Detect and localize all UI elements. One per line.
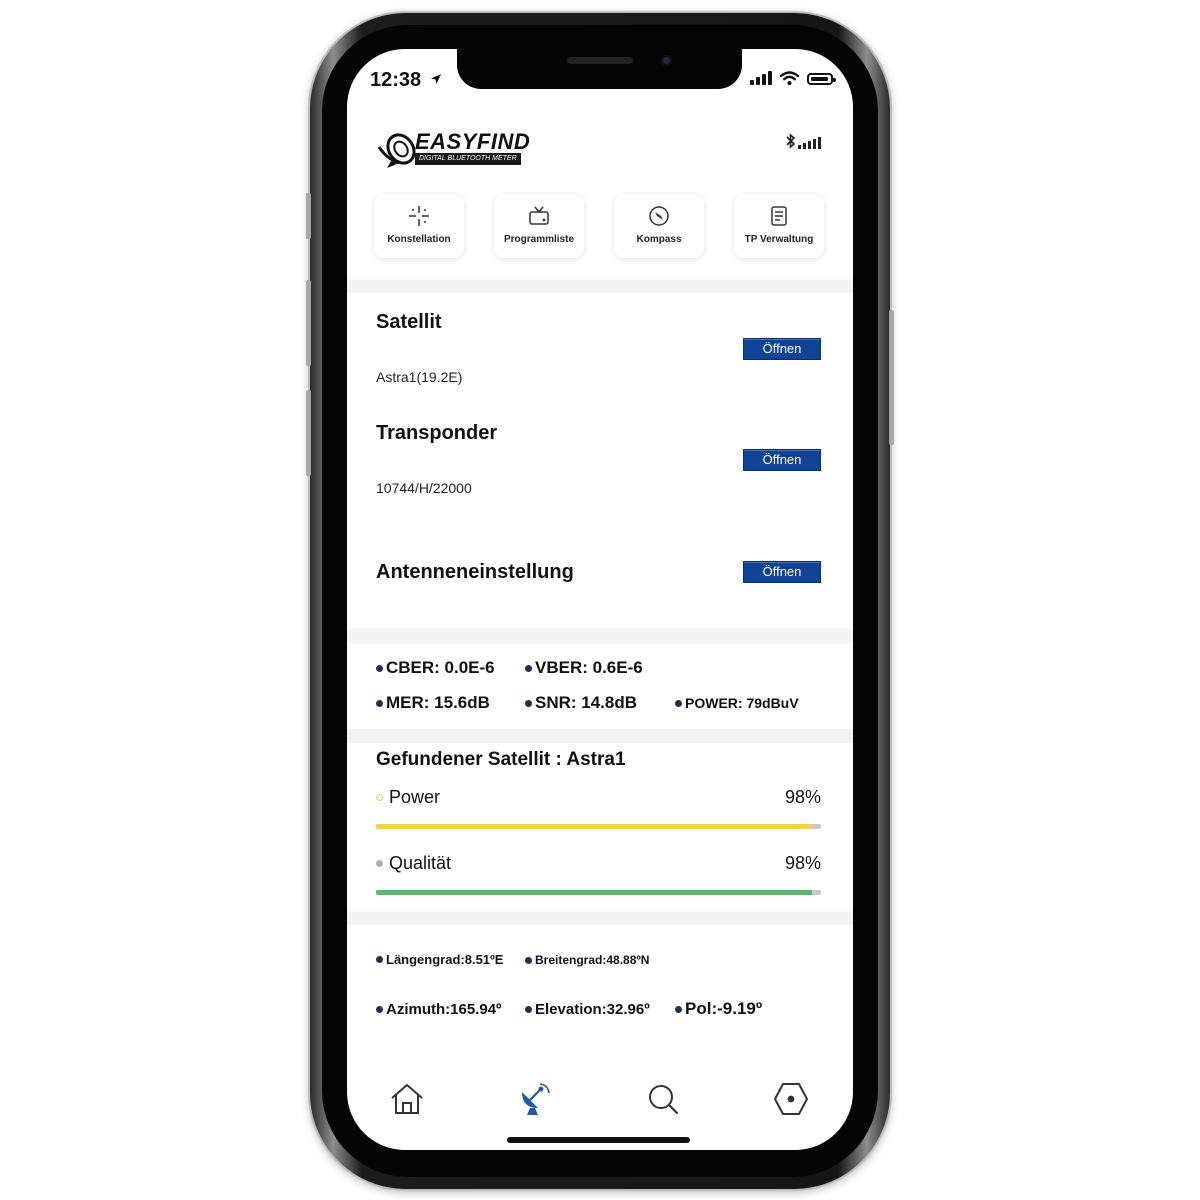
notch xyxy=(457,49,742,89)
cellular-signal-icon xyxy=(750,71,772,85)
bluetooth-signal-indicator xyxy=(786,133,821,149)
tile-label: Programmliste xyxy=(503,234,575,245)
document-icon xyxy=(771,206,787,226)
tile-label: TP Verwaltung xyxy=(744,234,814,245)
power-button xyxy=(889,310,894,445)
geo-latitude-text: Breitengrad:48.88ºN xyxy=(535,953,650,967)
power-label: Power xyxy=(376,787,440,808)
satellite-dish-logo-icon xyxy=(377,133,416,168)
geo-longitude: Längengrad:8.51ºE xyxy=(376,952,503,967)
tile-konstellation[interactable]: Konstellation xyxy=(374,194,464,258)
bullet-dot xyxy=(376,1006,383,1013)
power-percent: 98% xyxy=(784,787,821,807)
metric-vber-text: VBER: 0.6E-6 xyxy=(535,658,643,677)
satellite-dish-icon xyxy=(522,1083,550,1115)
metric-mer: MER: 15.6dB xyxy=(376,693,490,713)
brand-tagline: DIGITAL BLUETOOTH METER xyxy=(415,153,521,165)
quality-bar xyxy=(376,890,821,895)
metric-mer-text: MER: 15.6dB xyxy=(386,693,490,712)
status-time-text: 12:38 xyxy=(370,69,422,91)
metric-vber: VBER: 0.6E-6 xyxy=(525,658,643,678)
metric-cber-text: CBER: 0.0E-6 xyxy=(386,658,495,677)
antenna-open-button[interactable]: Öffnen xyxy=(743,561,821,583)
satellite-title: Satellit xyxy=(376,311,442,333)
section-divider xyxy=(347,911,853,925)
transponder-open-button[interactable]: Öffnen xyxy=(743,449,821,471)
bullet-dot xyxy=(525,699,532,707)
earpiece-speaker xyxy=(567,57,633,64)
search-icon xyxy=(649,1085,679,1115)
metric-power-text: POWER: 79dBuV xyxy=(685,695,799,711)
geo-latitude: Breitengrad:48.88ºN xyxy=(525,953,649,967)
geo-azimuth-text: Azimuth:165.94º xyxy=(386,1001,502,1018)
tv-icon xyxy=(529,206,549,225)
app-logo: EASYFIND DIGITAL BLUETOOTH METER xyxy=(377,129,531,169)
metric-snr: SNR: 14.8dB xyxy=(525,693,637,713)
mute-switch xyxy=(306,193,311,239)
metric-snr-text: SNR: 14.8dB xyxy=(535,693,638,712)
tab-satellite[interactable] xyxy=(510,1079,560,1119)
location-arrow-icon xyxy=(430,74,441,84)
front-camera xyxy=(661,55,672,66)
section-divider xyxy=(347,629,853,643)
tab-settings[interactable] xyxy=(766,1079,816,1119)
metric-power: POWER: 79dBuV xyxy=(675,695,799,711)
home-icon xyxy=(391,1084,423,1114)
power-legend-dot xyxy=(376,794,383,801)
quality-label-text: Qualität xyxy=(389,853,452,873)
geo-longitude-text: Längengrad:8.51ºE xyxy=(386,952,504,967)
bullet-dot xyxy=(376,956,383,963)
compass-icon xyxy=(649,206,669,226)
section-divider xyxy=(347,729,853,743)
transponder-title: Transponder xyxy=(376,422,498,444)
geo-azimuth: Azimuth:165.94º xyxy=(376,1001,502,1018)
constellation-icon xyxy=(409,206,429,226)
battery-icon xyxy=(807,73,836,85)
quality-legend-dot xyxy=(376,860,383,867)
bullet-dot xyxy=(525,664,532,672)
bullet-dot xyxy=(675,1005,682,1013)
quality-bar-fill xyxy=(376,890,813,895)
transponder-value: 10744/H/22000 xyxy=(376,480,472,496)
geo-elevation: Elevation:32.96º xyxy=(525,1001,650,1018)
quick-actions: Konstellation Programmliste Kompass TP V… xyxy=(374,194,826,258)
bullet-dot xyxy=(376,699,383,707)
tile-label: Konstellation xyxy=(387,234,451,245)
hexagon-settings-icon xyxy=(774,1083,808,1115)
tile-kompass[interactable]: Kompass xyxy=(614,194,704,258)
power-bar-fill xyxy=(376,824,813,829)
section-divider xyxy=(347,279,853,293)
home-indicator[interactable] xyxy=(507,1137,690,1143)
metric-cber: CBER: 0.0E-6 xyxy=(376,658,495,678)
power-label-text: Power xyxy=(389,787,441,807)
tab-search[interactable] xyxy=(638,1079,688,1119)
tab-bar xyxy=(347,1069,853,1129)
wifi-icon xyxy=(780,71,799,85)
bluetooth-icon xyxy=(786,133,796,149)
app-screen: 12:38 EASYFIND DIGITAL BLUETOOTH METER K… xyxy=(347,49,853,1150)
satellite-value: Astra1(19.2E) xyxy=(376,369,463,385)
tile-label: Kompass xyxy=(636,234,682,245)
tile-programmliste[interactable]: Programmliste xyxy=(494,194,584,258)
bullet-dot xyxy=(525,956,532,964)
volume-down-button xyxy=(306,390,311,476)
quality-percent: 98% xyxy=(784,853,821,873)
satellite-open-button[interactable]: Öffnen xyxy=(743,338,821,360)
brand-name: EASYFIND xyxy=(415,129,531,154)
volume-up-button xyxy=(306,280,311,366)
power-bar xyxy=(376,824,821,829)
antenna-title: Antenneneinstellung xyxy=(376,561,574,583)
quality-label: Qualität xyxy=(376,853,451,874)
found-satellite-title: Gefundener Satellit : Astra1 xyxy=(376,749,626,770)
tab-home[interactable] xyxy=(382,1079,432,1119)
bullet-dot xyxy=(525,1006,532,1013)
geo-pol: Pol:-9.19º xyxy=(675,999,762,1019)
status-time: 12:38 xyxy=(370,69,442,92)
tile-tp-verwaltung[interactable]: TP Verwaltung xyxy=(734,194,824,258)
bullet-dot xyxy=(675,699,682,707)
bullet-dot xyxy=(376,664,383,672)
geo-pol-text: Pol:-9.19º xyxy=(685,999,763,1018)
status-icons xyxy=(750,71,836,85)
geo-elevation-text: Elevation:32.96º xyxy=(535,1001,650,1018)
